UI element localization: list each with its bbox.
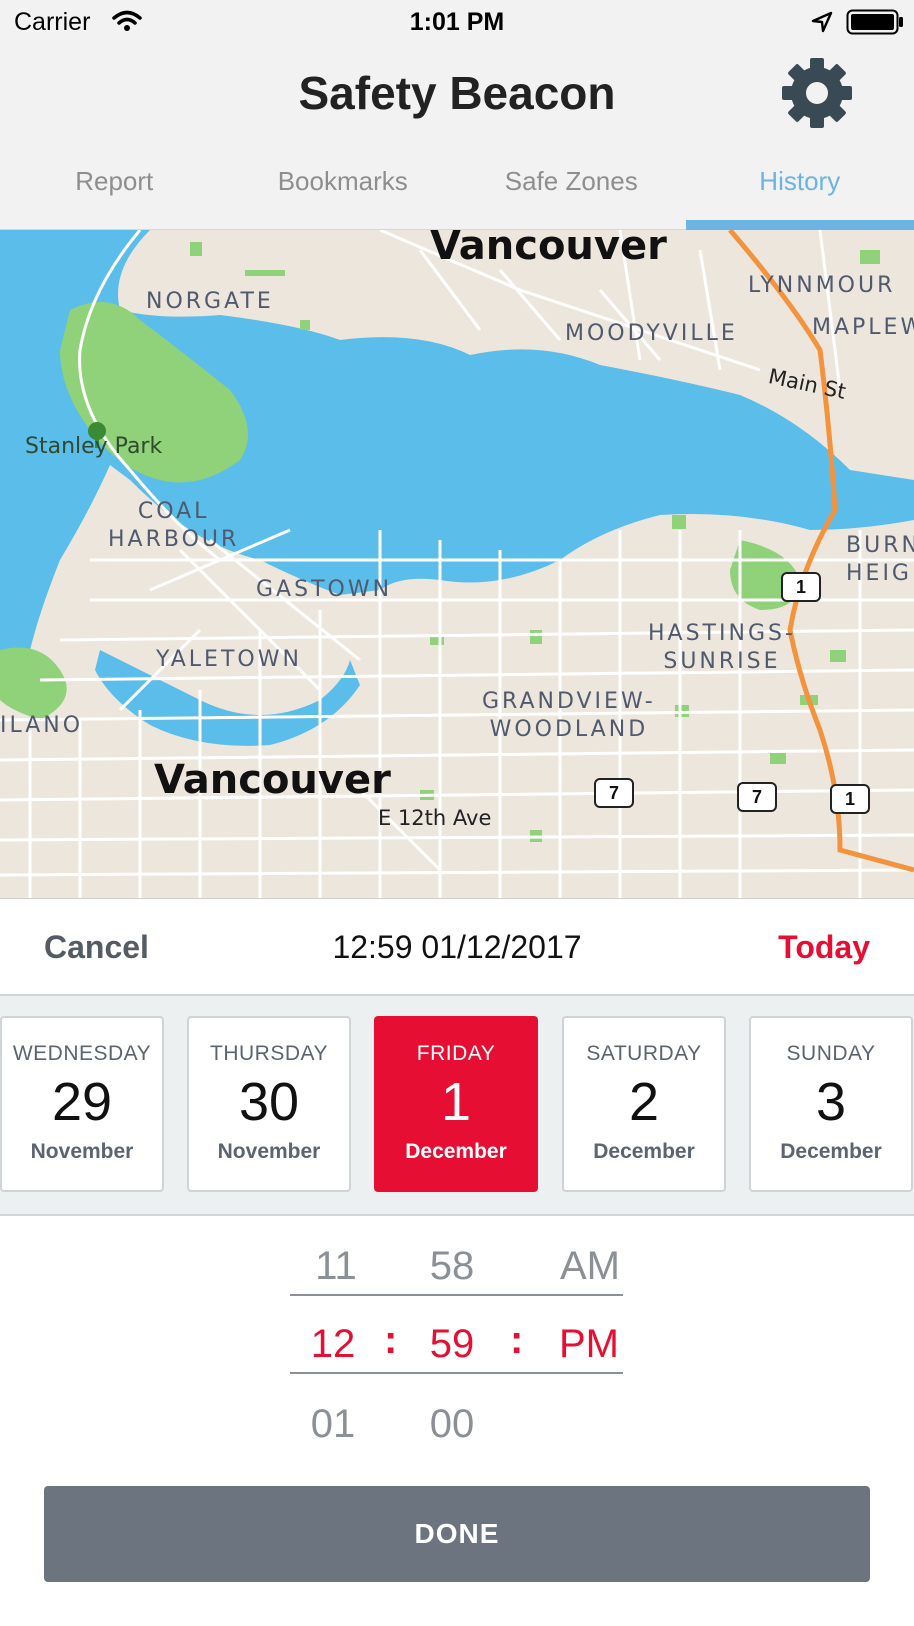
map-label-grandview-woodland: GRANDVIEW- WOODLAND [482,689,656,742]
day-number: 2 [628,1072,660,1132]
day-card[interactable]: SATURDAY 2 December [562,1016,726,1192]
day-number: 29 [51,1072,113,1132]
day-of-week: FRIDAY [416,1042,496,1065]
tab-report[interactable]: Report [0,160,229,230]
battery-icon [846,9,904,40]
day-number: 1 [440,1072,472,1132]
day-card[interactable]: THURSDAY 30 November [187,1016,351,1192]
period-option[interactable]: AM [535,1244,645,1289]
time-picker[interactable]: 11 58 AM 12 : 59 : PM 01 00 [0,1216,914,1476]
day-card-selected[interactable]: FRIDAY 1 December [374,1016,538,1192]
map-label-vancouver-north: Vancouver [430,230,667,269]
status-bar: Carrier 1:01 PM [0,0,914,44]
map-label-norgate: NORGATE [146,289,274,314]
day-of-week: THURSDAY [210,1042,328,1065]
time-separator: : [510,1318,524,1362]
map-label-coal-harbour: COAL HARBOUR [108,499,240,552]
today-button[interactable]: Today [778,929,870,966]
map-view[interactable]: Vancouver NORGATE MOODYVILLE LYNNMOUR MA… [0,230,914,898]
minute-option[interactable]: 00 [397,1402,507,1447]
day-number: 3 [815,1072,847,1132]
day-month: November [30,1140,134,1163]
tab-bar: Report Bookmarks Safe Zones History [0,160,914,230]
tab-history[interactable]: History [685,160,914,230]
map-label-stanley-park: Stanley Park [25,434,163,459]
app-title: Safety Beacon [298,67,616,119]
tab-safe-zones[interactable]: Safe Zones [457,160,686,230]
location-arrow-icon [810,10,834,39]
selected-datetime: 12:59 01/12/2017 [332,929,582,965]
map-label-yaletown: YALETOWN [156,647,302,672]
minute-selected[interactable]: 59 [397,1322,507,1367]
highway-1-shield: 1 [830,784,870,814]
picker-divider [290,1372,623,1374]
day-month: November [217,1140,321,1163]
day-card[interactable]: WEDNESDAY 29 November [0,1016,164,1192]
highway-7-shield: 7 [737,782,777,812]
day-month: December [405,1140,507,1163]
hour-option[interactable]: 11 [281,1244,391,1289]
map-label-e-12th-ave: E 12th Ave [378,806,492,830]
time-separator: : [384,1318,398,1362]
map-label-moodyville: MOODYVILLE [565,321,738,346]
map-label-lynnmour: LYNNMOUR [748,273,896,298]
status-time: 1:01 PM [409,8,505,36]
day-of-week: SUNDAY [786,1042,876,1065]
map-label-gastown: GASTOWN [256,577,393,602]
hour-option[interactable]: 01 [278,1402,388,1447]
map-label-vancouver-south: Vancouver [154,757,391,803]
date-picker-toolbar: Cancel 12:59 01/12/2017 Today [0,898,914,996]
map-label-kitsilano: ILANO [0,713,84,738]
day-of-week: WEDNESDAY [12,1042,152,1065]
day-number: 30 [238,1072,300,1132]
settings-gear-icon[interactable] [781,57,853,129]
day-card[interactable]: SUNDAY 3 December [749,1016,913,1192]
day-of-week: SATURDAY [586,1042,702,1065]
highway-7-shield: 7 [594,778,634,808]
minute-option[interactable]: 58 [397,1244,507,1289]
map-label-hastings-sunrise: HASTINGS- SUNRISE [648,621,796,674]
tab-bookmarks[interactable]: Bookmarks [229,160,458,230]
picker-divider [290,1294,623,1296]
day-month: December [593,1140,695,1163]
done-button[interactable]: DONE [44,1486,870,1582]
period-selected[interactable]: PM [534,1322,644,1367]
map-label-burnaby-heights: BURN HEIG [846,533,914,586]
app-header: Safety Beacon Report Bookmarks Safe Zone… [0,44,914,230]
map-label-maplew: MAPLEW [812,315,914,340]
highway-1-shield: 1 [781,572,821,602]
hour-selected[interactable]: 12 [278,1322,388,1367]
day-strip: WEDNESDAY 29 November THURSDAY 30 Novemb… [0,996,914,1216]
day-month: December [780,1140,882,1163]
